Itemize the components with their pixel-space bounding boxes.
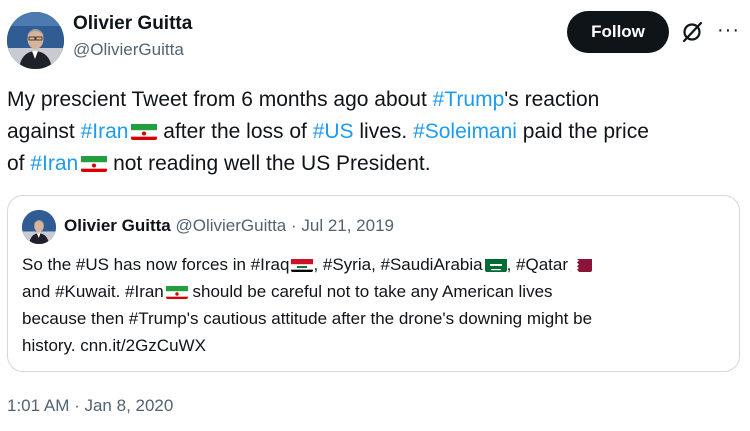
author-name[interactable]: Olivier Guitta <box>73 12 192 36</box>
quote-line: history. cnn.it/2GzCuWX <box>22 336 206 355</box>
tweet-text-segment: not reading well the US President. <box>107 152 431 175</box>
grok-icon[interactable] <box>680 20 704 44</box>
avatar[interactable] <box>7 12 64 69</box>
quote-line: because then #Trump's cautious attitude … <box>22 309 593 328</box>
quoted-tweet[interactable]: Olivier Guitta @OlivierGuitta · Jul 21, … <box>7 195 740 372</box>
tweet-text-segment: lives. <box>353 120 414 143</box>
quote-meta: @OlivierGuitta · Jul 21, 2019 <box>175 216 395 235</box>
follow-button[interactable]: Follow <box>567 11 669 53</box>
hashtag-link[interactable]: #US <box>313 120 354 143</box>
tweet-text: My prescient Tweet from 6 months ago abo… <box>7 84 732 180</box>
tweet-line: My prescient Tweet from 6 months ago abo… <box>7 84 732 116</box>
more-icon[interactable]: ··· <box>717 18 740 42</box>
iran-flag-icon <box>165 283 188 299</box>
iran-flag-icon <box>131 121 158 140</box>
quote-header: Olivier Guitta @OlivierGuitta · Jul 21, … <box>64 214 394 238</box>
quote-line: So the #US has now forces in #Iraq , #Syr… <box>22 251 727 278</box>
author-handle[interactable]: @OlivierGuitta <box>73 39 184 61</box>
quote-text-segment: So the #US has now forces in #Iraq <box>22 255 290 274</box>
quote-text-segment: should be careful not to take any Americ… <box>187 282 553 301</box>
iran-flag-icon <box>81 153 108 172</box>
quote-avatar[interactable] <box>22 210 56 244</box>
quote-text-segment: , #Syria, #SaudiArabia <box>313 255 483 274</box>
tweet-text-segment: My prescient Tweet from 6 months ago abo… <box>7 88 433 111</box>
tweet-line: against #Iran after the loss of #US live… <box>7 116 732 148</box>
hashtag-link[interactable]: #Iran <box>30 152 78 175</box>
saudi-flag-icon <box>484 256 507 272</box>
tweet-line: of #Iran not reading well the US Preside… <box>7 148 732 180</box>
tweet-text-segment: 's reaction <box>504 88 600 111</box>
hashtag-link[interactable]: #Soleimani <box>413 120 517 143</box>
hashtag-link[interactable]: #Trump <box>433 88 505 111</box>
tweet-text-segment: paid the price <box>516 120 649 143</box>
quote-text-segment: and #Kuwait. #Iran <box>22 282 164 301</box>
iraq-flag-icon <box>291 256 314 272</box>
tweet-text-segment: against <box>7 120 81 143</box>
quote-line: and #Kuwait. #Iran should be careful not… <box>22 278 727 305</box>
qatar-flag-icon <box>570 256 593 272</box>
tweet-text-segment: after the loss of <box>157 120 313 143</box>
quote-text-segment: , #Qatar <box>506 255 569 274</box>
quote-author-name[interactable]: Olivier Guitta <box>64 216 171 235</box>
hashtag-link[interactable]: #Iran <box>81 120 129 143</box>
tweet-text-segment: of <box>7 152 31 175</box>
quote-text: So the #US has now forces in #Iraq , #Syr… <box>22 251 727 359</box>
timestamp[interactable]: 1:01 AM · Jan 8, 2020 <box>7 394 173 418</box>
